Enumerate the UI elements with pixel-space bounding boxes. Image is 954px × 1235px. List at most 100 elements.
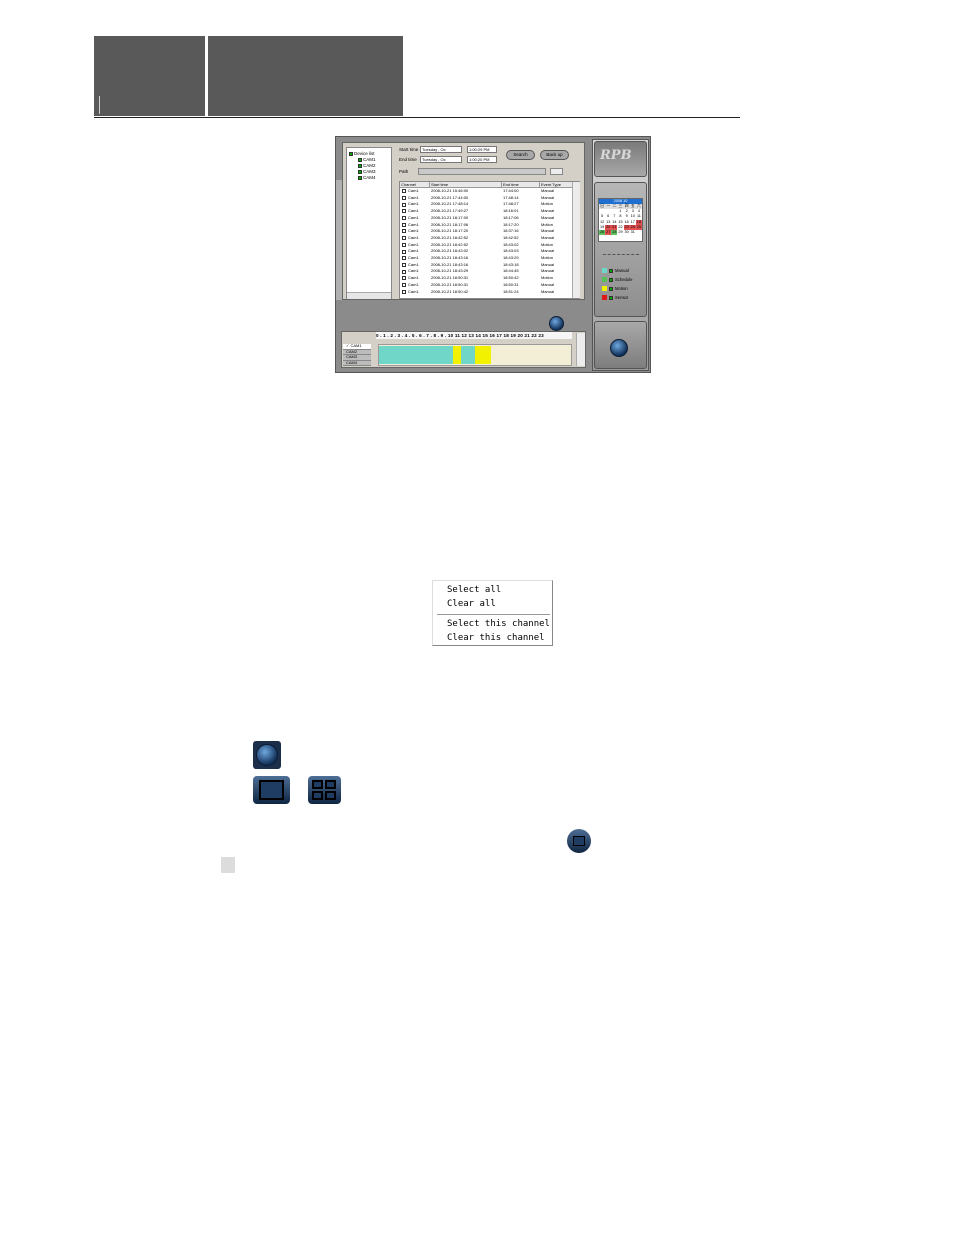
legend-checkbox[interactable] (609, 286, 613, 291)
row-checkbox[interactable] (402, 269, 406, 274)
table-row[interactable]: Cam1 2008-10-21 18:50:31 18:50:42 Motion (400, 275, 572, 282)
row-checkbox[interactable] (402, 222, 406, 227)
table-row[interactable]: Cam1 2008-10-21 18:42:52 18:42:52 Manual (400, 235, 572, 242)
table-cell: Cam1 (408, 201, 419, 207)
row-checkbox[interactable] (402, 256, 406, 261)
table-cell: Manual (541, 208, 555, 214)
menu-item-select-channel[interactable]: Select this channel (447, 619, 550, 629)
table-cell: Cam1 (408, 248, 419, 254)
row-checkbox[interactable] (402, 249, 406, 254)
table-row[interactable]: Cam1 2008-10-21 18:50:31 18:50:31 Manual (400, 282, 572, 289)
table-cell: 18:43:02 (503, 241, 519, 247)
checkbox[interactable] (358, 157, 362, 162)
table-cell: 2008-10-21 15:46:00 (431, 188, 469, 193)
row-checkbox[interactable] (402, 189, 406, 194)
table-row[interactable]: Cam1 2008-10-21 18:17:20 18:37:16 Manual (400, 228, 572, 235)
table-cell: Cam1 (408, 194, 419, 200)
row-checkbox[interactable] (402, 202, 406, 207)
checkbox[interactable] (358, 169, 362, 174)
table-row[interactable]: Cam1 2008-10-21 17:48:14 17:48:27 Motion (400, 201, 572, 208)
legend-checkbox[interactable] (609, 295, 613, 300)
device-cam2[interactable]: CAM2 (358, 163, 376, 168)
row-checkbox[interactable] (402, 262, 406, 267)
table-cell: 18:17:20 (503, 221, 519, 227)
table-row[interactable]: Cam1 2008-10-21 17:44:00 17:48:14 Manual (400, 195, 572, 202)
table-cell: Cam1 (408, 241, 419, 247)
table-cell: 2008-10-21 18:17:00 (431, 214, 469, 220)
start-clock-field[interactable]: 1:00:29 PM (467, 146, 497, 153)
table-row[interactable]: Cam1 2008-10-21 18:43:16 18:43:29 Motion (400, 255, 572, 262)
table-row[interactable]: Cam1 2008-10-21 15:46:00 17:44:00 Manual (400, 188, 572, 195)
manual-segment (461, 346, 475, 364)
start-date-combo[interactable]: Tuesday , Oc (420, 146, 462, 153)
device-cam3[interactable]: CAM3 (358, 169, 376, 174)
checkbox[interactable] (349, 151, 353, 156)
rotate-icon[interactable] (610, 339, 628, 357)
table-cell: 18:17:06 (503, 214, 519, 220)
table-row[interactable]: Cam1 2008-10-21 18:17:00 18:17:06 Manual (400, 215, 572, 222)
row-checkbox[interactable] (402, 195, 406, 200)
timeline-hours: 0 . 1 . 2 . 3 . 4 . 5 . 6 . 7 . 8 . 9 . … (376, 332, 572, 339)
device-list-root[interactable]: Device list (349, 151, 375, 156)
rotate-icon[interactable] (256, 744, 278, 766)
menu-item-clear-channel[interactable]: Clear this channel (447, 633, 545, 643)
table-row[interactable]: Cam1 2008-10-21 17:49:27 18:16:01 Manual (400, 208, 572, 215)
table-cell: Cam1 (408, 208, 419, 214)
table-row[interactable]: Cam1 2008-10-21 18:17:06 18:17:20 Motion (400, 222, 572, 229)
header-block-left (94, 36, 205, 116)
device-cam4[interactable]: CAM4 (358, 175, 376, 180)
timeline-track[interactable] (378, 344, 572, 366)
legend-checkbox[interactable] (609, 277, 613, 282)
table-cell: Cam1 (408, 221, 419, 227)
end-date-combo[interactable]: Tuesday , Oc (420, 156, 462, 163)
row-checkbox[interactable] (402, 276, 406, 281)
legend-label: Manual (615, 268, 629, 273)
table-scrollbar[interactable] (572, 182, 580, 298)
menu-item-select-all[interactable]: Select all (447, 585, 501, 595)
timeline-cam4[interactable]: CAM4 (343, 360, 371, 366)
end-clock-field[interactable]: 1:00:20 PM (467, 156, 497, 163)
row-checkbox[interactable] (402, 229, 406, 234)
search-button[interactable]: Search (506, 150, 535, 160)
table-cell: 2008-10-21 18:42:52 (431, 241, 469, 247)
single-view-icon[interactable] (253, 776, 290, 804)
backup-button[interactable]: Back up (540, 150, 569, 160)
table-row[interactable]: Cam1 2008-10-21 18:43:02 18:43:03 Manual (400, 248, 572, 255)
path-input[interactable] (418, 168, 546, 175)
table-row[interactable]: Cam1 2008-10-21 18:42:52 18:43:02 Motion (400, 242, 572, 249)
table-row[interactable]: Cam1 2008-10-21 18:43:29 18:44:45 Manual (400, 268, 572, 275)
row-checkbox[interactable] (402, 209, 406, 214)
device-list-scrollbar[interactable] (347, 292, 391, 299)
checkbox[interactable] (358, 175, 362, 180)
timeline-scrollbar[interactable] (576, 333, 585, 366)
gray-marker (221, 857, 235, 873)
table-cell: Manual (541, 268, 555, 274)
table-cell: Manual (541, 288, 555, 294)
row-checkbox[interactable] (402, 216, 406, 221)
row-checkbox[interactable] (402, 242, 406, 247)
browse-button[interactable] (550, 168, 563, 175)
menu-item-clear-all[interactable]: Clear all (447, 599, 496, 609)
timeline-cam-list: ✓ CAM1 CAM2 CAM3 CAM4 (343, 343, 371, 366)
table-cell: 2008-10-21 18:43:02 (431, 248, 469, 254)
row-checkbox[interactable] (402, 283, 406, 288)
table-cell: Motion (541, 275, 554, 281)
table-row[interactable]: Cam1 2008-10-21 18:43:16 18:43:18 Manual (400, 262, 572, 269)
calendar-day (636, 230, 642, 235)
table-cell: 18:43:18 (503, 261, 519, 267)
checkbox[interactable] (358, 163, 362, 168)
legend-checkbox[interactable] (609, 268, 613, 273)
table-cell: 17:44:00 (503, 188, 519, 193)
row-checkbox[interactable] (402, 236, 406, 241)
device-cam1[interactable]: CAM1 (358, 157, 376, 162)
table-row[interactable]: Cam1 2008-10-21 18:50:42 18:51:24 Manual (400, 289, 572, 296)
single-pane (259, 780, 284, 800)
table-cell: 18:44:45 (503, 268, 519, 274)
row-checkbox[interactable] (402, 289, 406, 294)
legend-item: Motion (602, 286, 628, 291)
context-menu: Select all Clear all Select this channel… (432, 580, 553, 646)
rotate-icon[interactable] (549, 316, 564, 331)
single-view-icon[interactable] (567, 829, 591, 853)
quad-view-icon[interactable] (308, 776, 341, 804)
table-cell: 2008-10-21 18:17:06 (431, 221, 469, 227)
